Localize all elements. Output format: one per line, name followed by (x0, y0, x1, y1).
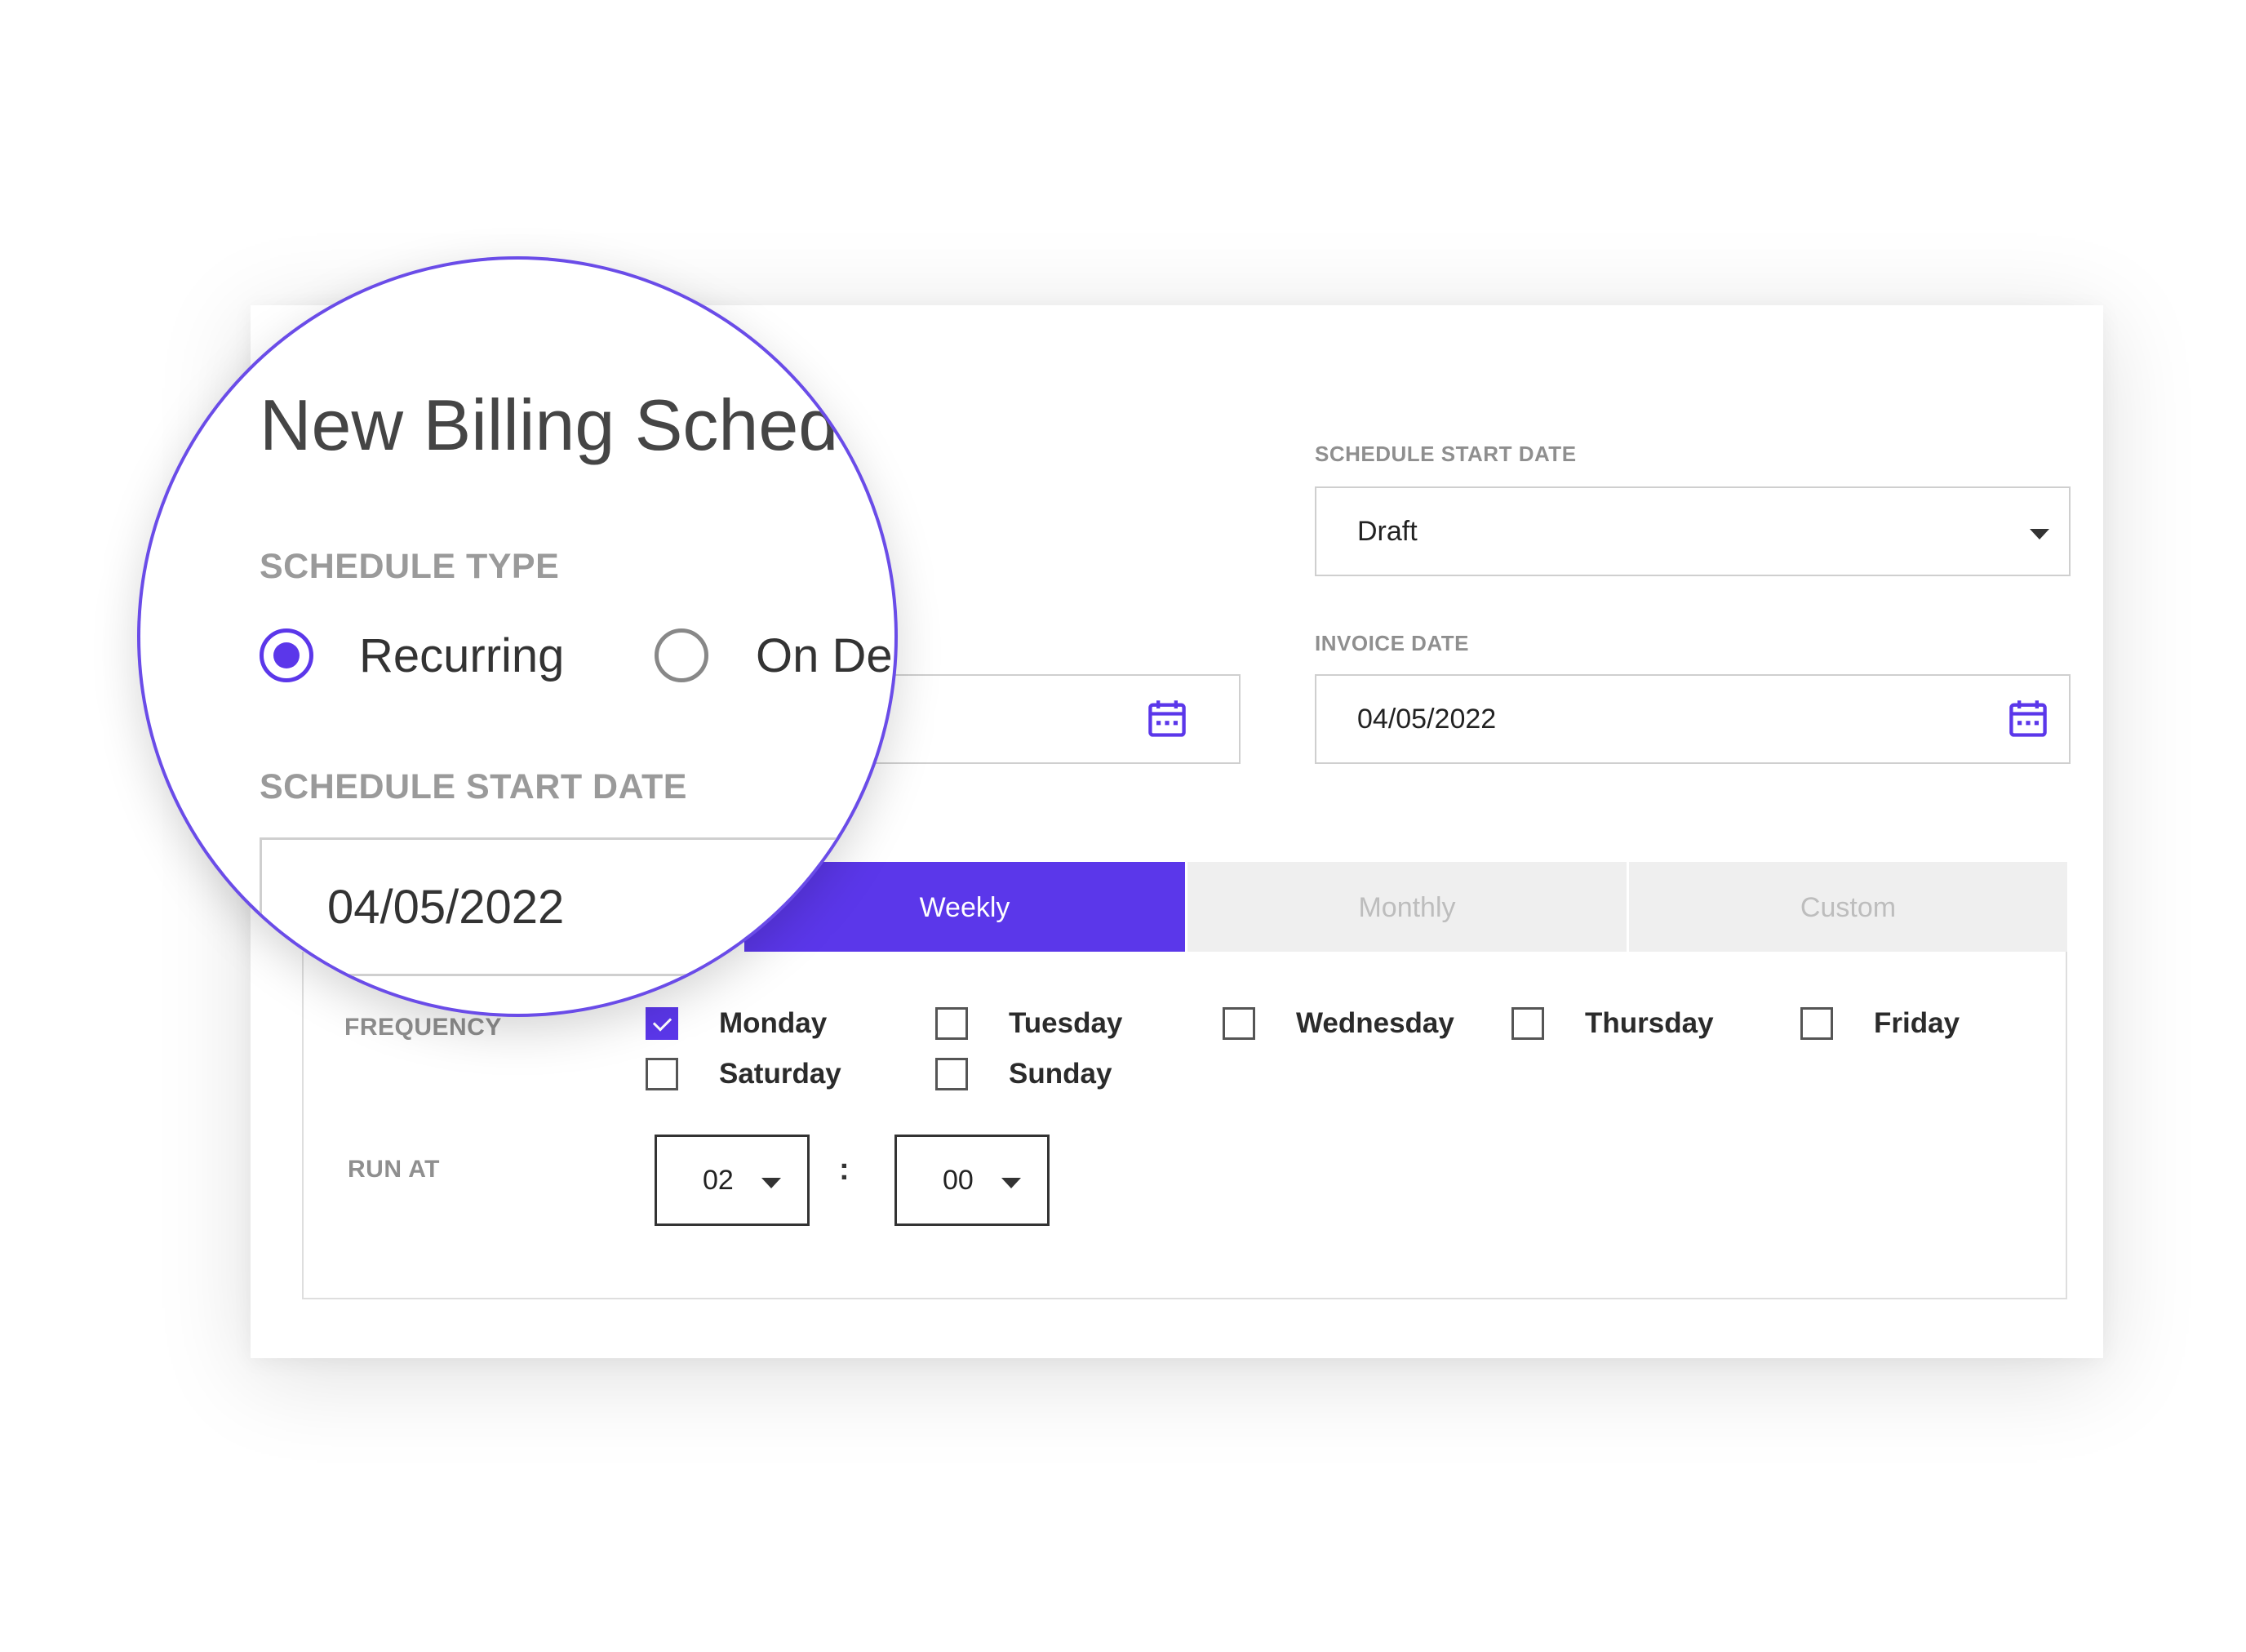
invoice-date-value: 04/05/2022 (1357, 703, 1497, 735)
chevron-down-icon (1001, 1178, 1021, 1188)
radio-on-demand[interactable] (655, 628, 708, 682)
page-title: New Billing Sched (260, 384, 839, 465)
minute-value: 00 (943, 1164, 974, 1196)
chevron-down-icon (761, 1178, 781, 1188)
tab-monthly[interactable]: Monthly (1187, 862, 1627, 953)
status-select[interactable]: Draft (1315, 486, 2071, 576)
calendar-icon[interactable] (1146, 698, 1188, 740)
schedule-start-date-label: SCHEDULE START DATE (260, 767, 687, 806)
day-label-sunday: Sunday (1009, 1058, 1112, 1090)
day-label-saturday: Saturday (719, 1058, 841, 1090)
magnifier-lens: New Billing Sched SCHEDULE TYPE Recurrin… (140, 260, 894, 1014)
tab-custom[interactable]: Custom (1629, 862, 2067, 953)
schedule-start-date-value: 04/05/2022 (327, 880, 565, 934)
chevron-down-icon (2030, 529, 2049, 540)
radio-on-demand-label: On De (756, 629, 893, 682)
checkbox-tuesday[interactable] (935, 1007, 968, 1040)
checkbox-friday[interactable] (1800, 1007, 1833, 1040)
invoice-date-input[interactable]: 04/05/2022 (1315, 674, 2071, 764)
schedule-type-label: SCHEDULE TYPE (260, 547, 560, 586)
checkbox-wednesday[interactable] (1223, 1007, 1255, 1040)
checkbox-sunday[interactable] (935, 1058, 968, 1090)
schedule-start-date-input-magnified[interactable]: 04/05/2022 (260, 837, 894, 976)
frequency-label: FREQUENCY (344, 1014, 502, 1041)
run-at-label: RUN AT (348, 1156, 440, 1183)
radio-recurring[interactable] (260, 628, 313, 682)
schedule-start-date-label-right: SCHEDULE START DATE (1315, 442, 1577, 466)
checkbox-saturday[interactable] (646, 1058, 678, 1090)
day-label-tuesday: Tuesday (1009, 1007, 1123, 1039)
time-separator: : (839, 1152, 850, 1187)
calendar-icon[interactable] (2007, 698, 2049, 740)
day-label-thursday: Thursday (1585, 1007, 1714, 1039)
invoice-date-label: INVOICE DATE (1315, 631, 1469, 655)
day-label-wednesday: Wednesday (1296, 1007, 1454, 1039)
day-label-friday: Friday (1874, 1007, 1960, 1039)
hour-select[interactable]: 02 (655, 1135, 810, 1226)
status-select-value: Draft (1357, 515, 1418, 547)
hour-value: 02 (703, 1164, 734, 1196)
checkbox-thursday[interactable] (1511, 1007, 1544, 1040)
minute-select[interactable]: 00 (894, 1135, 1050, 1226)
radio-recurring-label: Recurring (359, 629, 565, 682)
